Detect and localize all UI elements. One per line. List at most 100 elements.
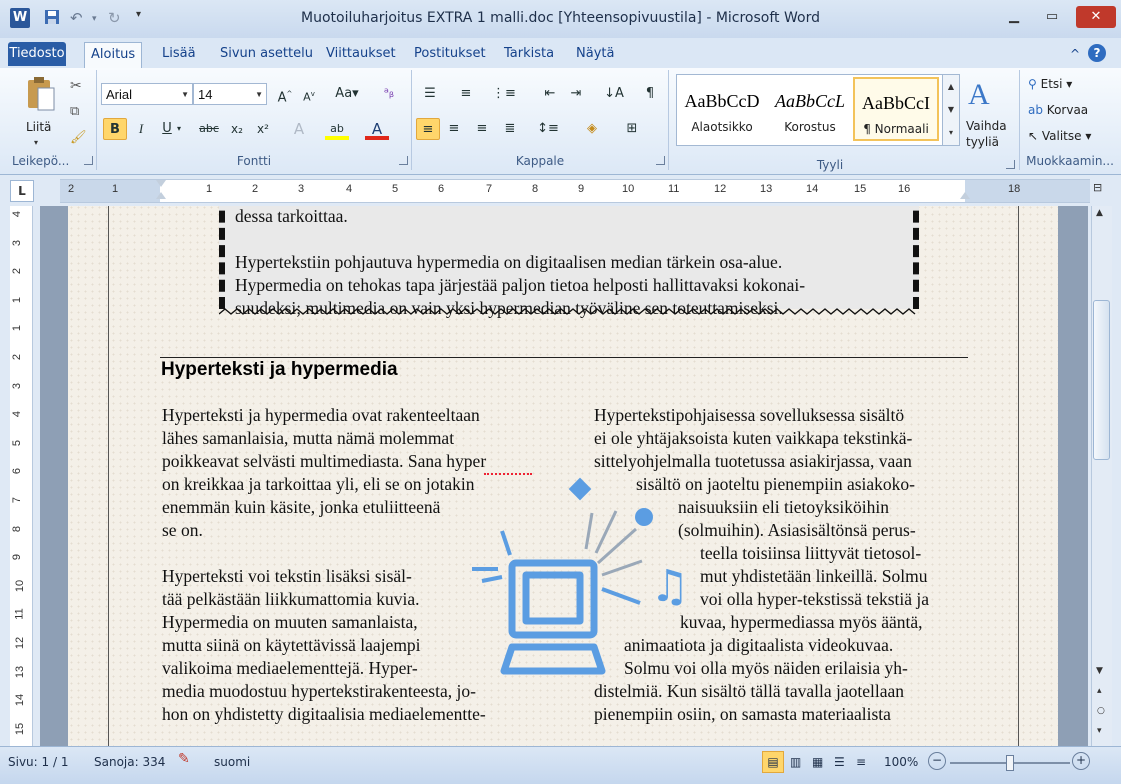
tab-home[interactable]: Aloitus [84, 42, 143, 68]
superscript-button[interactable]: x² [251, 118, 275, 140]
replace-button[interactable]: ab Korvaa [1028, 103, 1088, 117]
increase-indent-icon[interactable]: ⇥ [564, 83, 588, 105]
ruler-tick-label: 1 [112, 183, 119, 195]
text-line: (solmuihin). Asiasisältönsä perus- [678, 520, 916, 540]
minimize-ribbon-icon[interactable]: ^ [1064, 42, 1086, 66]
font-launcher-icon[interactable] [399, 156, 408, 165]
font-size-combo[interactable]: 14 ▼ [193, 83, 267, 105]
text-line: mutta siinä on käytettävissä laajempi [162, 635, 421, 655]
document-area[interactable]: multimediaa. Seurauksena on, että harva … [40, 206, 1088, 746]
tab-review[interactable]: Tarkista [498, 42, 560, 66]
tab-view[interactable]: Näytä [570, 42, 620, 66]
tab-page-layout[interactable]: Sivun asettelu [214, 42, 319, 66]
scroll-up-icon[interactable]: ▲ [1096, 208, 1103, 218]
status-bar: Sivu: 1 / 1 Sanoja: 334 ✎ suomi ▤ ▥ ▦ ☰ … [0, 746, 1121, 784]
paste-button[interactable]: Liitä [26, 120, 51, 134]
zoom-slider[interactable] [950, 755, 1070, 771]
format-painter-icon[interactable]: 🖌 [70, 130, 87, 145]
clipboard-launcher-icon[interactable] [84, 156, 93, 165]
document-page[interactable]: multimediaa. Seurauksena on, että harva … [68, 206, 1058, 746]
styles-scroll[interactable]: ▲ ▼ ▾ [942, 75, 959, 145]
previous-page-icon[interactable]: ▴ [1097, 686, 1102, 696]
bullets-icon[interactable]: ☰ [418, 83, 442, 105]
restore-icon[interactable]: ▭ [1038, 6, 1066, 28]
select-browse-object-icon[interactable]: ○ [1097, 706, 1105, 716]
paste-icon[interactable] [26, 76, 56, 112]
print-layout-icon[interactable]: ▤ [762, 751, 784, 773]
style-normal[interactable]: AaBbCcI ¶ Normaali [853, 77, 939, 141]
help-icon[interactable]: ? [1088, 44, 1106, 62]
grow-font-icon[interactable]: A^ [273, 83, 297, 105]
view-ruler-icon[interactable]: ⊟ [1093, 181, 1109, 199]
style-preview: AaBbCcL [775, 91, 845, 111]
text-line: media muodostuu hypertekstirakenteesta, … [162, 681, 476, 701]
align-right-button[interactable]: ≡ [470, 118, 494, 140]
zoom-slider-thumb[interactable] [1006, 755, 1014, 771]
numbering-icon[interactable]: ≡ [454, 83, 478, 105]
borders-icon[interactable]: ⊞ [620, 118, 644, 140]
underline-dropdown-icon[interactable]: ▾ [173, 118, 185, 140]
font-color-icon[interactable]: A [365, 118, 389, 140]
scroll-thumb[interactable] [1093, 300, 1110, 460]
bold-button[interactable]: B [103, 118, 127, 140]
subscript-button[interactable]: x₂ [225, 118, 249, 140]
zoom-level[interactable]: 100% [884, 755, 918, 769]
styles-launcher-icon[interactable] [1006, 160, 1015, 169]
hanging-indent-marker[interactable] [156, 192, 166, 199]
tab-insert[interactable]: Lisää [156, 42, 202, 66]
multilevel-list-icon[interactable]: ⋮≡ [492, 83, 516, 105]
justify-button[interactable]: ≣ [498, 118, 522, 140]
close-icon[interactable]: ✕ [1076, 6, 1116, 28]
zoom-out-icon[interactable]: − [928, 752, 946, 770]
zoom-in-icon[interactable]: + [1072, 752, 1090, 770]
tab-references[interactable]: Viittaukset [320, 42, 402, 66]
scroll-down-icon[interactable]: ▼ [1096, 666, 1103, 676]
proofing-icon[interactable]: ✎ [178, 751, 190, 767]
vertical-scrollbar[interactable]: ▲ ▼ ▴ ○ ▾ [1091, 206, 1112, 746]
copy-icon[interactable]: ⧉ [70, 104, 79, 119]
italic-button[interactable]: I [129, 118, 153, 140]
horizontal-ruler[interactable]: 2 1 1 2 3 4 5 6 7 8 9 10 11 12 13 14 15 16 18 [60, 179, 1090, 203]
next-page-icon[interactable]: ▾ [1097, 726, 1102, 736]
find-button[interactable]: ⚲ Etsi ▾ [1028, 77, 1072, 91]
align-left-button[interactable]: ≡ [416, 118, 440, 140]
show-marks-icon[interactable]: ¶ [638, 83, 662, 105]
clear-formatting-icon[interactable]: ᵃᵦ [377, 83, 401, 105]
strikethrough-button[interactable]: abc [197, 118, 221, 140]
draft-icon[interactable]: ≡ [856, 755, 866, 769]
page-count[interactable]: Sivu: 1 / 1 [8, 755, 68, 769]
right-indent-marker[interactable] [960, 192, 970, 199]
tab-file[interactable]: Tiedosto [8, 42, 66, 66]
outline-icon[interactable]: ☰ [834, 755, 845, 769]
shading-icon[interactable]: ◈ [580, 118, 604, 140]
minimize-icon[interactable]: ▁ [1000, 6, 1028, 28]
text-effects-icon[interactable]: A [287, 118, 311, 140]
cut-icon[interactable]: ✂ [70, 78, 82, 94]
paste-dropdown-icon[interactable]: ▾ [34, 138, 38, 147]
first-line-indent-marker[interactable] [156, 180, 166, 187]
web-layout-icon[interactable]: ▦ [812, 755, 823, 769]
select-icon: ↖ [1028, 129, 1042, 143]
style-subtitle[interactable]: AaBbCcD Alaotsikko [679, 77, 765, 141]
change-styles-icon[interactable]: A [968, 78, 990, 112]
font-name-combo[interactable]: Arial ▼ [101, 83, 193, 105]
ruler-tick-label: 11 [668, 183, 680, 195]
language[interactable]: suomi [214, 755, 250, 769]
shrink-font-icon[interactable]: Av [297, 83, 321, 105]
tab-selector[interactable]: L [10, 180, 34, 202]
tab-mailings[interactable]: Postitukset [408, 42, 492, 66]
sort-icon[interactable]: ↓A [602, 83, 626, 105]
select-button[interactable]: ↖ Valitse ▾ [1028, 129, 1091, 143]
vertical-ruler[interactable]: 4 3 2 1 1 2 3 4 5 6 7 8 9 10 11 12 13 14 15 [10, 206, 33, 746]
highlight-color-icon[interactable]: ab [325, 118, 349, 140]
line-spacing-icon[interactable]: ↕≡ [536, 118, 560, 140]
change-case-icon[interactable]: Aa▾ [335, 83, 359, 105]
change-styles-button[interactable]: Vaihda tyyliä [966, 118, 1016, 150]
align-center-button[interactable]: ≡ [442, 118, 466, 140]
paragraph-launcher-icon[interactable] [656, 156, 665, 165]
decrease-indent-icon[interactable]: ⇤ [538, 83, 562, 105]
word-count[interactable]: Sanoja: 334 [94, 755, 165, 769]
style-emphasis[interactable]: AaBbCcL Korostus [767, 77, 853, 141]
ruler-tick-label: 7 [486, 183, 493, 195]
full-screen-reading-icon[interactable]: ▥ [790, 755, 801, 769]
